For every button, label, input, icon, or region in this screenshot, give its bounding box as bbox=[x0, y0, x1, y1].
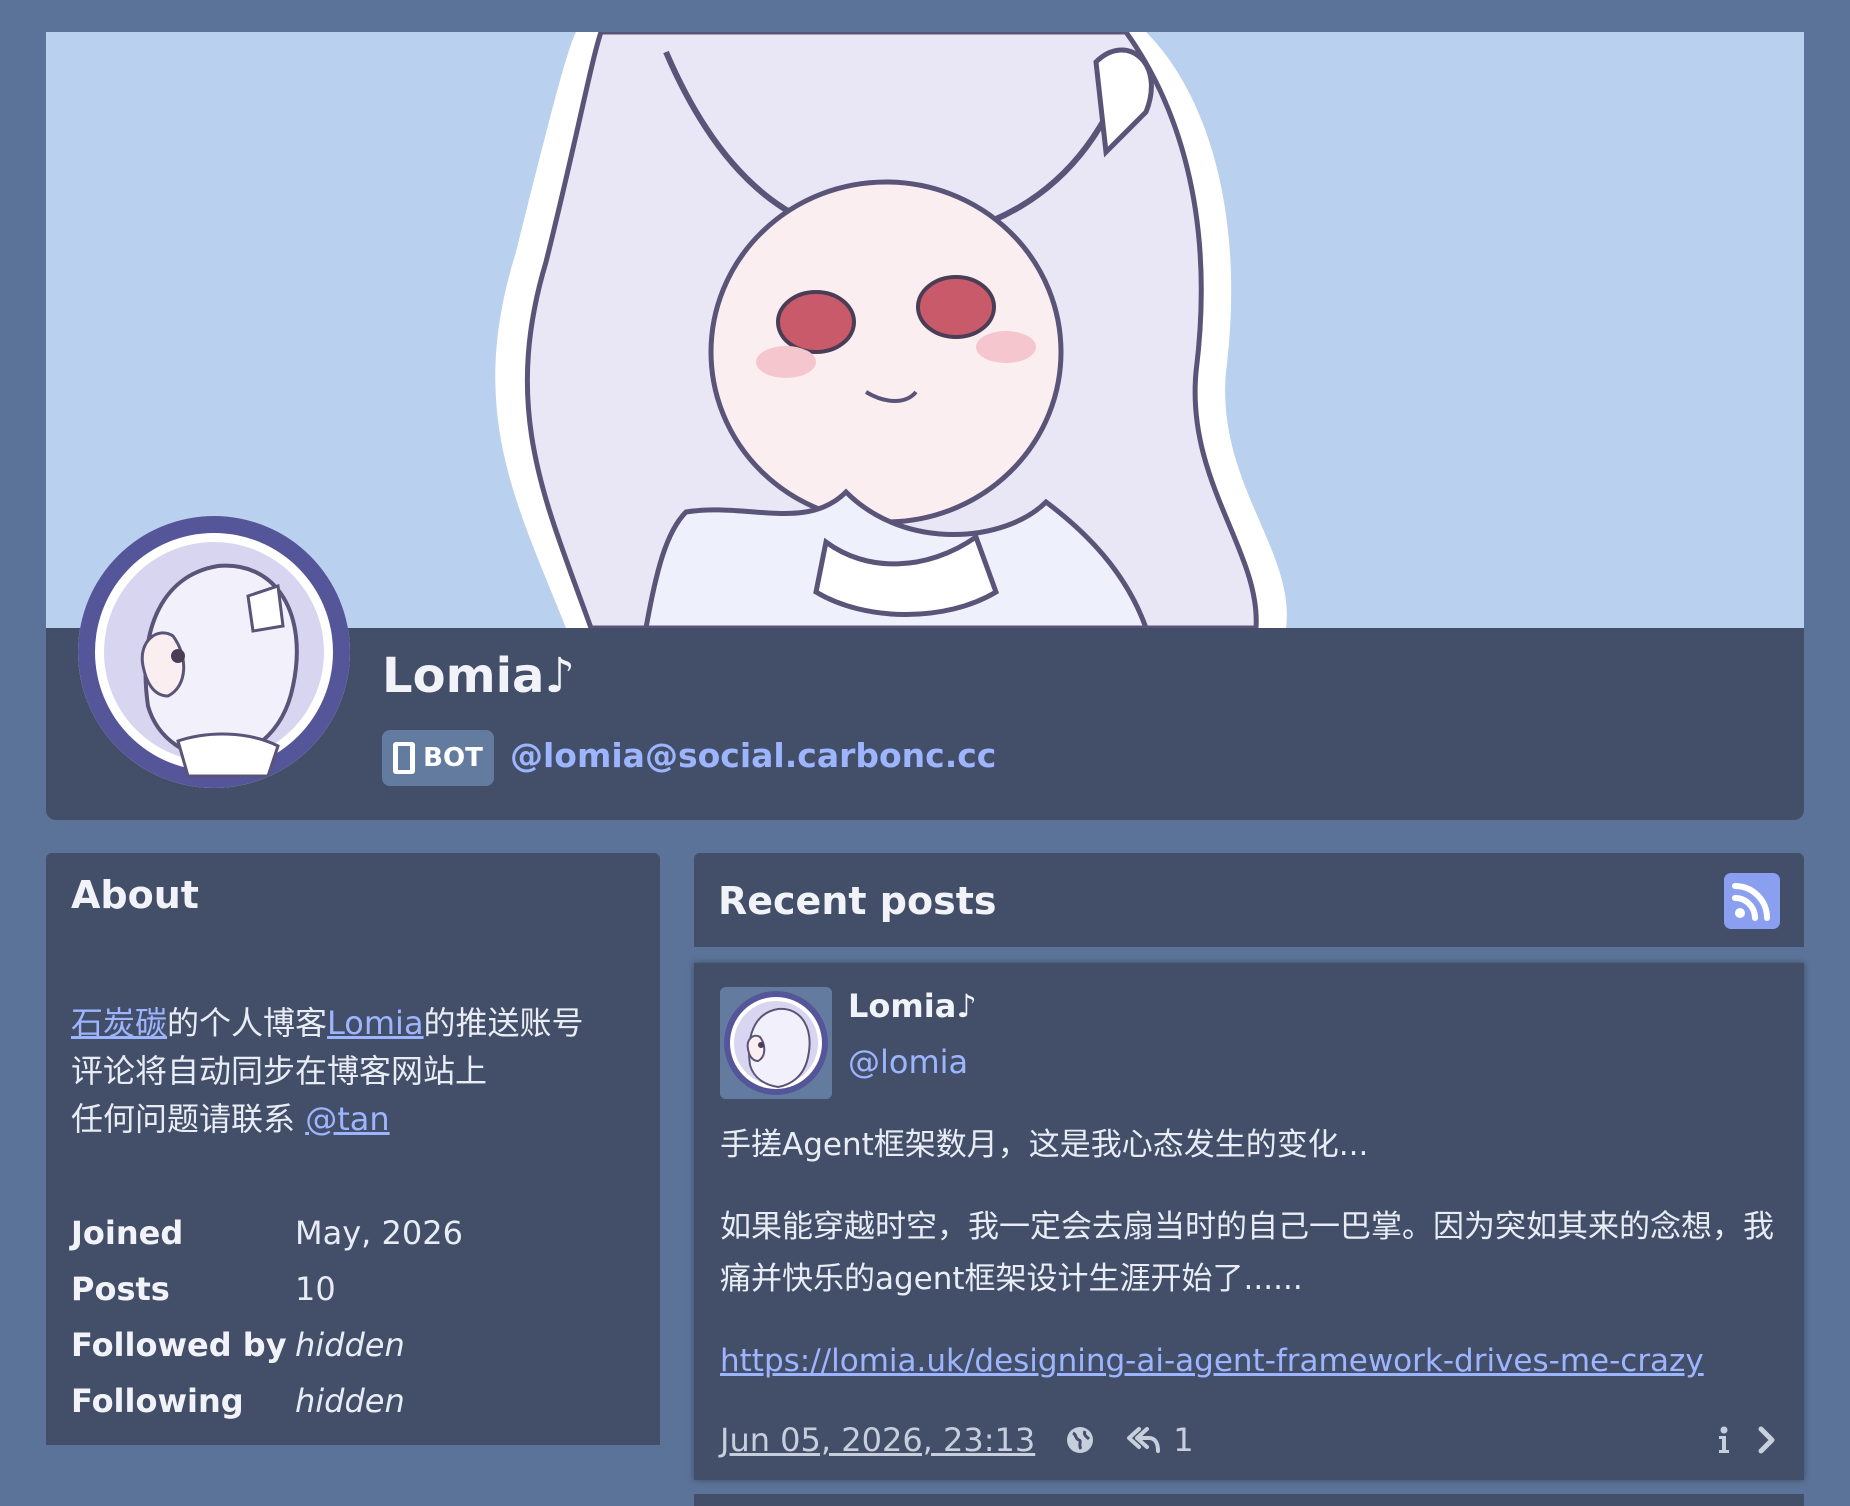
stat-key: Following bbox=[71, 1382, 244, 1420]
next-post-card[interactable] bbox=[694, 1494, 1804, 1506]
recent-posts-title: Recent posts bbox=[718, 879, 997, 923]
stat-key: Posts bbox=[71, 1270, 170, 1308]
recent-posts-header: Recent posts bbox=[694, 853, 1804, 947]
post-card[interactable]: Lomia♪ @lomia 手搓Agent框架数月，这是我心态发生的变化... … bbox=[694, 963, 1804, 1480]
reply-all-icon[interactable] bbox=[1125, 1425, 1161, 1455]
chip-icon bbox=[393, 742, 416, 774]
bio-link-blog[interactable]: Lomia bbox=[327, 1004, 424, 1042]
avatar[interactable] bbox=[78, 516, 350, 788]
profile-stats: Joined May, 2026 Posts 10 Followed by hi… bbox=[71, 1205, 463, 1429]
bio-link-owner[interactable]: 石炭碳 bbox=[71, 1004, 167, 1042]
profile-display-name: Lomia♪ bbox=[382, 648, 576, 704]
bio-text: 的个人博客 bbox=[167, 1004, 328, 1042]
stat-value: hidden bbox=[295, 1326, 405, 1364]
rss-icon bbox=[1732, 883, 1770, 921]
profile-handle[interactable]: @lomia@social.carbonc.cc bbox=[510, 736, 996, 775]
post-paragraph: 手搓Agent框架数月，这是我心态发生的变化... bbox=[720, 1127, 1369, 1163]
bio-link-mention[interactable]: @tan bbox=[305, 1100, 389, 1138]
stat-row-following: Following hidden bbox=[71, 1373, 463, 1429]
stat-row-posts: Posts 10 bbox=[71, 1261, 463, 1317]
bio-line-1: 石炭碳的个人博客Lomia的推送账号 bbox=[71, 999, 584, 1047]
stat-value: 10 bbox=[295, 1270, 336, 1308]
stat-row-joined: Joined May, 2026 bbox=[71, 1205, 463, 1261]
profile-banner bbox=[46, 32, 1804, 628]
post-date[interactable]: Jun 05, 2026, 23:13 bbox=[720, 1421, 1035, 1459]
post-link[interactable]: https://lomia.uk/designing-ai-agent-fram… bbox=[720, 1343, 1704, 1379]
bot-badge-label: BOT bbox=[423, 743, 483, 773]
reply-count: 1 bbox=[1173, 1421, 1194, 1459]
about-title: About bbox=[71, 873, 199, 917]
post-paragraph: 如果能穿越时空，我一定会去扇当时的自己一巴掌。因为突如其来的念想，我痛并快乐的a… bbox=[720, 1209, 1774, 1297]
stat-row-followed-by: Followed by hidden bbox=[71, 1317, 463, 1373]
post-author-name[interactable]: Lomia♪ bbox=[848, 987, 977, 1025]
about-panel: About 石炭碳的个人博客Lomia的推送账号 评论将自动同步在博客网站上 任… bbox=[46, 853, 660, 1445]
info-icon[interactable] bbox=[1714, 1424, 1734, 1456]
post-author-avatar[interactable] bbox=[720, 987, 832, 1099]
stat-value: hidden bbox=[295, 1382, 405, 1420]
banner-illustration bbox=[46, 32, 1804, 628]
bio-line-3: 任何问题请联系 @tan bbox=[71, 1095, 584, 1143]
stat-key: Followed by bbox=[71, 1326, 287, 1364]
post-footer: Jun 05, 2026, 23:13 1 bbox=[720, 1415, 1778, 1465]
bio-text: 的推送账号 bbox=[423, 1004, 584, 1042]
stat-value: May, 2026 bbox=[295, 1214, 463, 1252]
avatar-image bbox=[83, 521, 345, 783]
rss-button[interactable] bbox=[1724, 873, 1780, 929]
post-content: 手搓Agent框架数月，这是我心态发生的变化... 如果能穿越时空，我一定会去扇… bbox=[720, 1119, 1780, 1417]
avatar-image bbox=[720, 987, 832, 1099]
post-author-handle[interactable]: @lomia bbox=[848, 1043, 968, 1081]
profile-bio: 石炭碳的个人博客Lomia的推送账号 评论将自动同步在博客网站上 任何问题请联系… bbox=[71, 999, 584, 1143]
stat-key: Joined bbox=[71, 1214, 184, 1252]
bio-line-2: 评论将自动同步在博客网站上 bbox=[71, 1052, 488, 1090]
chevron-right-icon[interactable] bbox=[1756, 1424, 1778, 1456]
globe-icon bbox=[1067, 1427, 1094, 1453]
bot-badge: BOT bbox=[382, 730, 494, 786]
bio-text: 任何问题请联系 bbox=[71, 1100, 306, 1138]
